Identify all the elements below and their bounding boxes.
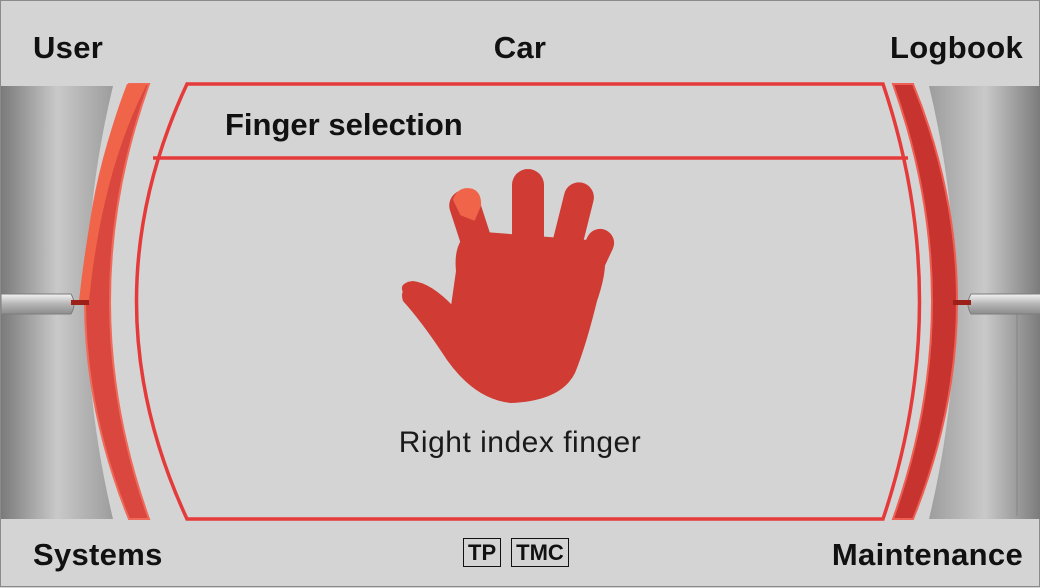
- menu-logbook[interactable]: Logbook: [890, 32, 1023, 63]
- menu-car[interactable]: Car: [1, 32, 1039, 63]
- menu-maintenance[interactable]: Maintenance: [832, 539, 1023, 570]
- menu-frame: [1, 82, 1040, 521]
- tp-badge: TP: [463, 538, 502, 567]
- tmc-badge: TMC: [511, 538, 569, 567]
- menu-systems[interactable]: Systems: [33, 539, 163, 570]
- mmi-screen: User Car Logbook Systems Maintenance TP …: [0, 0, 1040, 587]
- selected-finger-label: Right index finger: [398, 426, 642, 459]
- traffic-status-badges: TP TMC: [463, 538, 569, 567]
- menu-title: Finger selection: [225, 107, 463, 142]
